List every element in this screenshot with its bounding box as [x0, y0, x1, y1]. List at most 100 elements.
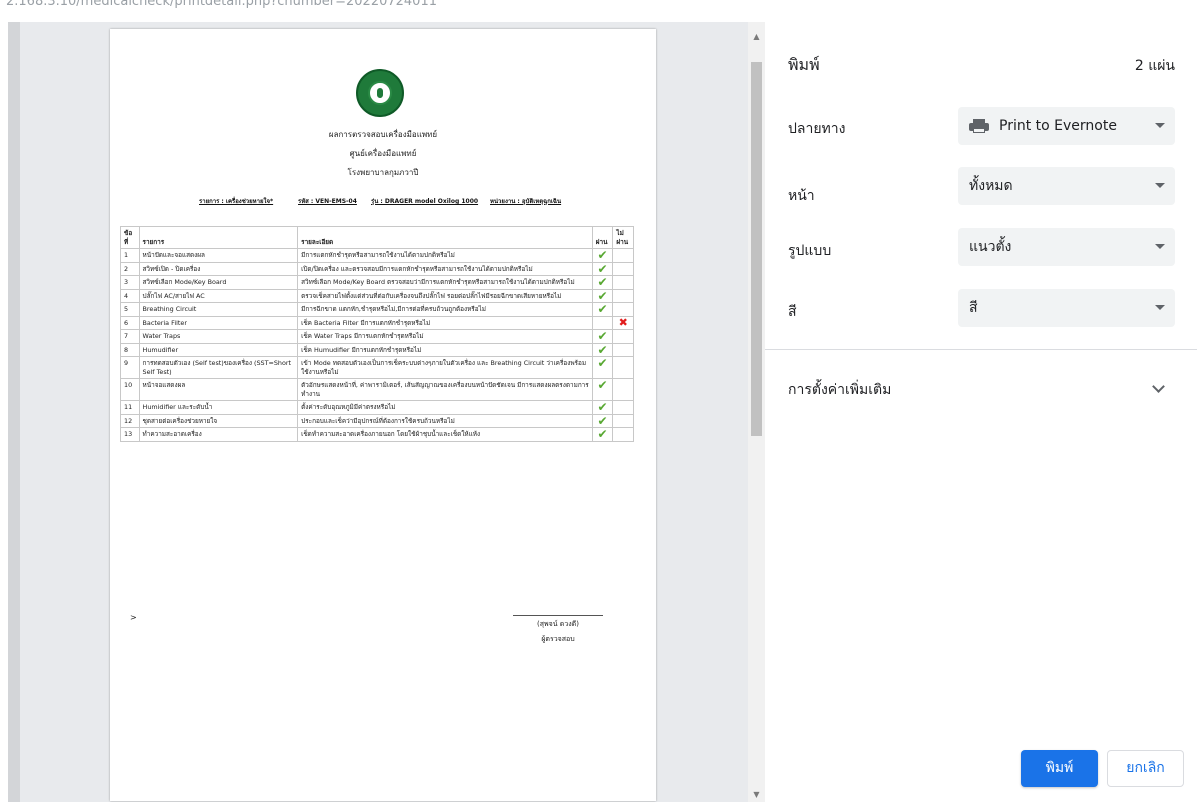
row-item: Humidifier และระดับน้ำ	[138, 400, 299, 415]
url-strip: 2.168.3.10/medicalcheck/printdetail.php?…	[6, 0, 437, 9]
doc-title-line-3: โรงพยาบาลกุมภวาปี	[347, 168, 419, 177]
chevron-down-icon	[1152, 380, 1165, 393]
row-item: ชุดสายต่อเครื่องช่วยหายใจ	[138, 413, 299, 428]
table-row: 2 สวิทซ์เปิด - ปิดเครื่อง เปิด/ปิดเครื่อง …	[120, 261, 634, 276]
pass-check-icon: ✔	[591, 413, 614, 428]
row-item: หน้าจอแสดงผล	[138, 378, 299, 401]
sheet-count: 2 แผ่น	[1134, 58, 1175, 74]
row-no: 9	[120, 356, 140, 379]
pass-check-icon: ✔	[591, 427, 614, 442]
color-label: สี	[788, 304, 797, 320]
cancel-button[interactable]: ยกเลิก	[1107, 750, 1184, 787]
table-row: 13 ทำความสะอาดเครื่อง เช็ดทำความสะอาดเครื่…	[120, 427, 634, 442]
destination-value: Print to Evernote	[999, 118, 1117, 134]
print-button[interactable]: พิมพ์	[1021, 750, 1098, 787]
fail-cell	[612, 342, 634, 357]
printer-icon	[969, 119, 989, 133]
row-no: 11	[120, 400, 140, 415]
dropdown-caret-icon	[1155, 244, 1165, 249]
scroll-down-icon[interactable]: ▼	[752, 790, 761, 799]
panel-divider	[765, 349, 1197, 350]
preview-scrollbar[interactable]: ▲ ▼	[748, 22, 765, 802]
checklist-table: ข้อที่ รายการ รายละเอียด ผ่าน ไม่ผ่าน 1ห…	[120, 226, 634, 442]
row-detail: เปิด/ปิดเครื่อง และตรวจสอบมีการแตกหักชำร…	[297, 261, 593, 276]
panel-title: พิมพ์	[788, 55, 820, 74]
color-value: สี	[969, 300, 978, 316]
destination-label: ปลายทาง	[788, 121, 846, 137]
table-row: 9 การทดสอบตัวเอง (Self test)ของเครื่อง (S…	[120, 356, 634, 379]
layout-label: รูปแบบ	[788, 243, 832, 259]
fail-cell	[612, 329, 634, 344]
pass-check-icon: ✔	[591, 400, 614, 415]
preview-page: ผลการตรวจสอบเครื่องมือแพทย์ ศูนย์เครื่อง…	[110, 29, 656, 801]
row-item: สวิทซ์เปิด - ปิดเครื่อง	[138, 261, 299, 276]
row-item: การทดสอบตัวเอง (Self test)ของเครื่อง (SS…	[138, 356, 299, 379]
row-item: Water Traps	[138, 329, 299, 344]
signature-line	[513, 615, 603, 616]
row-no: 5	[120, 302, 140, 317]
row-no: 1	[120, 248, 140, 263]
row-item: ทำความสะอาดเครื่อง	[138, 427, 299, 442]
header-no: ข้อที่	[120, 226, 140, 249]
row-no: 8	[120, 342, 140, 357]
row-item: ปลั๊กไฟ AC/สายไฟ AC	[138, 288, 299, 303]
row-item: สวิทซ์เลือก Mode/Key Board	[138, 275, 299, 290]
row-no: 6	[120, 315, 140, 330]
fail-cell	[612, 378, 634, 401]
destination-select[interactable]: Print to Evernote	[958, 107, 1175, 145]
row-detail: ตรวจเช็คสายไฟตั้งแต่ส่วนที่ต่อกับเครื่อง…	[297, 288, 593, 303]
stray-mark: >	[130, 613, 137, 622]
pass-check-icon: ✔	[591, 342, 614, 357]
row-item: หน้าปัดและจอแสดงผล	[138, 248, 299, 263]
table-row: 8 Humudifier เช็ค Humudifier มีการแตกหักชำ…	[120, 342, 634, 357]
pass-check-icon: ✔	[591, 248, 614, 263]
meta-unit: หน่วยงาน : อุบัติเหตุฉุกเฉิน	[490, 198, 562, 205]
row-detail: มีการฉีกขาด แตกหัก,ชำรุดหรือไม่,มีการต่อ…	[297, 302, 593, 317]
dropdown-caret-icon	[1155, 305, 1165, 310]
more-settings-label: การตั้งค่าเพิ่มเติม	[788, 382, 892, 398]
table-row: 5 Breathing Circuit มีการฉีกขาด แตกหัก,ชำร…	[120, 302, 634, 317]
pass-check-icon: ✔	[591, 378, 614, 401]
table-header-row: ข้อที่ รายการ รายละเอียด ผ่าน ไม่ผ่าน	[120, 226, 634, 249]
color-select[interactable]: สี	[958, 289, 1175, 327]
header-detail: รายละเอียด	[297, 226, 593, 249]
pass-check-icon: ✔	[591, 356, 614, 379]
scroll-up-icon[interactable]: ▲	[752, 32, 761, 41]
scrollbar-thumb[interactable]	[751, 62, 762, 436]
meta-model: รุ่น : DRAGER model Oxilog 1000	[371, 198, 479, 205]
pages-select[interactable]: ทั้งหมด	[958, 167, 1175, 205]
doc-title-line-2: ศูนย์เครื่องมือแพทย์	[349, 149, 417, 158]
layout-value: แนวตั้ง	[969, 239, 1012, 255]
row-detail: สวิทซ์เลือก Mode/Key Board ตรวจสอบว่ามีก…	[297, 275, 593, 290]
pass-cell	[591, 315, 614, 330]
pass-check-icon: ✔	[591, 329, 614, 344]
fail-cell	[612, 427, 634, 442]
row-item: Bacteria Filter	[138, 315, 299, 330]
row-detail: เช็ค Water Traps มีการแตกหักชำรุดหรือไม่	[297, 329, 593, 344]
row-detail: ตั้งค่าระดับอุณหภูมิมีค่าตรงหรือไม่	[297, 400, 593, 415]
header-fail: ไม่ผ่าน	[612, 226, 634, 249]
fail-cell	[612, 400, 634, 415]
row-no: 12	[120, 413, 140, 428]
row-detail: เข้า Mode ทดสอบตัวเองเป็นการเช็คระบบต่าง…	[297, 356, 593, 379]
row-detail: ประกอบและเช็คว่ามีอุปกรณ์ที่ต้องการใช้คร…	[297, 413, 593, 428]
preview-left-strip	[8, 22, 20, 802]
fail-cell	[612, 275, 634, 290]
pass-check-icon: ✔	[591, 288, 614, 303]
row-detail: มีการแตกหักชำรุดหรือสามารถใช้งานได้ตามปก…	[297, 248, 593, 263]
row-item: Breathing Circuit	[138, 302, 299, 317]
fail-cell	[612, 356, 634, 379]
table-row: 7 Water Traps เช็ค Water Traps มีการแตกหัก…	[120, 329, 634, 344]
layout-select[interactable]: แนวตั้ง	[958, 228, 1175, 266]
row-no: 4	[120, 288, 140, 303]
row-detail: เช็ดทำความสะอาดเครื่องภายนอก โดยใช้ผ้าชุ…	[297, 427, 593, 442]
fail-cross-icon: ✖	[612, 315, 634, 330]
hospital-seal-logo	[356, 69, 404, 117]
fail-cell	[612, 413, 634, 428]
pages-label: หน้า	[788, 188, 815, 204]
more-settings-toggle[interactable]: การตั้งค่าเพิ่มเติม	[765, 372, 1197, 408]
table-row: 3 สวิทซ์เลือก Mode/Key Board สวิทซ์เลือก M…	[120, 275, 634, 290]
fail-cell	[612, 288, 634, 303]
row-no: 7	[120, 329, 140, 344]
row-no: 3	[120, 275, 140, 290]
